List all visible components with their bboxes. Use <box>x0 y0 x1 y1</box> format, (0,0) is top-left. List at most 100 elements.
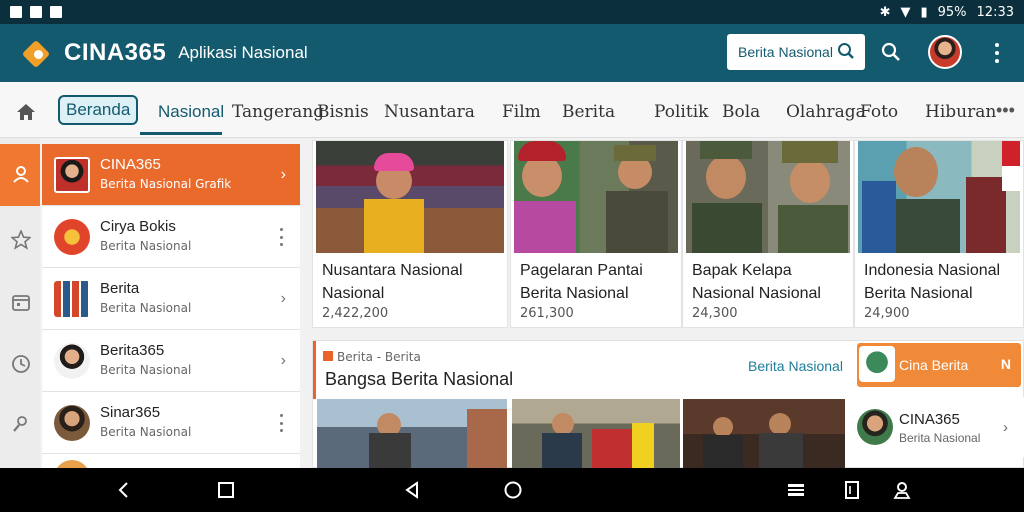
item-title: Berita <box>100 280 140 297</box>
item-avatar <box>54 343 90 379</box>
tab-item[interactable]: Hiburan <box>925 102 996 122</box>
item-title: CINA365 <box>100 156 161 173</box>
tab-item[interactable]: Foto <box>860 102 898 122</box>
search-placeholder: Berita Nasional <box>738 44 833 60</box>
card-views: 24,900 <box>864 306 910 321</box>
mini-avatar <box>857 409 893 445</box>
chevron-right-icon: › <box>280 290 286 307</box>
news-photo <box>686 141 850 253</box>
thumbnail[interactable] <box>683 399 845 469</box>
recents-icon[interactable] <box>842 480 862 500</box>
tab-item[interactable]: Tangerang <box>232 102 324 122</box>
section-category: Berita - Berita <box>323 350 421 364</box>
status-bar: ✱ ▼ ▮ 95% 12:33 <box>0 0 1024 24</box>
mini-subtitle: Berita Nasional <box>899 431 981 445</box>
mini-title: CINA365 <box>899 411 960 428</box>
thumbnail[interactable] <box>317 399 507 469</box>
home-icon[interactable] <box>14 100 38 124</box>
tab-item[interactable]: Politik <box>654 102 708 122</box>
featured-headline[interactable]: Bangsa Berita Nasional <box>325 369 513 390</box>
thumbnail[interactable] <box>512 399 680 469</box>
notification-icon <box>50 6 62 18</box>
menu-lines-icon[interactable] <box>786 480 806 500</box>
tab-item[interactable]: Bola <box>722 102 760 122</box>
item-subtitle: Berita Nasional Grafik <box>100 177 232 191</box>
promo-banner[interactable]: Cina Berita N <box>857 343 1021 387</box>
battery-icon: ▮ <box>920 4 928 20</box>
search-input[interactable]: Berita Nasional <box>727 34 865 70</box>
news-card[interactable]: Nusantara Nasional Nasional 2,422,200 <box>312 140 508 328</box>
tab-item[interactable]: Film <box>502 102 541 122</box>
brand-title: CINA365 <box>64 39 167 66</box>
card-title: Nusantara Nasional Nasional <box>322 262 463 302</box>
notification-icon <box>10 6 22 18</box>
promo-arrow-icon: N <box>1000 356 1011 372</box>
category-icon <box>323 351 333 361</box>
news-photo <box>316 141 504 253</box>
category-label: Berita - Berita <box>337 350 421 364</box>
card-title: Pagelaran Pantai Berita Nasional <box>520 262 643 302</box>
square-icon[interactable] <box>216 480 236 500</box>
user-icon <box>13 166 29 183</box>
category-tabs: Beranda Nasional Tangerang Bisnis Nusant… <box>0 82 1024 138</box>
chevron-right-icon: › <box>280 166 286 183</box>
promo-thumbnail <box>859 346 895 382</box>
item-title: Cirya Bokis <box>100 218 176 235</box>
list-item[interactable]: Berita365 Berita Nasional › <box>42 330 300 392</box>
item-menu-icon[interactable] <box>280 228 284 246</box>
news-card[interactable]: Indonesia Nasional Berita Nasional 24,90… <box>854 140 1024 328</box>
side-rail <box>0 138 40 468</box>
tab-item[interactable]: Bisnis <box>317 102 369 122</box>
list-item[interactable]: Sinar365 Berita Nasional <box>42 392 300 454</box>
item-subtitle: Berita Nasional <box>100 363 192 377</box>
clock: 12:33 <box>976 4 1014 20</box>
notification-icons <box>10 6 62 18</box>
news-card[interactable]: Pagelaran Pantai Berita Nasional 261,300 <box>510 140 682 328</box>
star-icon[interactable] <box>11 230 31 250</box>
card-views: 261,300 <box>520 306 574 321</box>
location-icon[interactable] <box>11 414 31 434</box>
active-tab-indicator <box>140 132 222 135</box>
bluetooth-icon: ✱ <box>879 4 891 20</box>
home-circle-icon[interactable] <box>503 480 523 500</box>
back-icon[interactable] <box>114 480 134 500</box>
tab-beranda[interactable]: Beranda <box>58 95 139 125</box>
user-avatar[interactable] <box>928 35 962 69</box>
chevron-right-icon: › <box>280 352 286 369</box>
battery-level: 95% <box>937 4 967 20</box>
list-item-partial[interactable] <box>42 454 300 496</box>
item-menu-icon[interactable] <box>280 414 284 432</box>
item-subtitle: Berita Nasional <box>100 425 192 439</box>
back-triangle-icon[interactable] <box>402 480 422 500</box>
list-item[interactable]: Berita Berita Nasional › <box>42 268 300 330</box>
mini-channel-item[interactable]: CINA365 Berita Nasional › <box>847 397 1024 457</box>
news-card[interactable]: Bapak Kelapa Nasional Nasional 24,300 <box>682 140 854 328</box>
account-icon[interactable] <box>892 480 912 500</box>
tab-nasional[interactable]: Nasional <box>158 102 224 122</box>
promo-label: Cina Berita <box>899 357 969 373</box>
card-title: Indonesia Nasional Berita Nasional <box>864 262 1001 302</box>
more-tabs-icon[interactable]: ••• <box>996 100 1015 121</box>
search-icon <box>838 43 854 59</box>
featured-link[interactable]: Berita Nasional <box>748 358 843 374</box>
wifi-icon: ▼ <box>900 4 911 20</box>
item-title: Berita365 <box>100 342 165 359</box>
clock-icon[interactable] <box>11 354 31 374</box>
card-views: 24,300 <box>692 306 738 321</box>
search-button[interactable] <box>870 32 912 72</box>
item-avatar <box>54 281 90 317</box>
list-item[interactable]: CINA365 Berita Nasional Grafik › <box>42 144 300 206</box>
overflow-menu-icon[interactable] <box>990 41 1004 65</box>
list-item[interactable]: Cirya Bokis Berita Nasional <box>42 206 300 268</box>
news-photo <box>858 141 1020 253</box>
tab-item[interactable]: Berita <box>562 102 615 122</box>
item-avatar <box>54 157 90 193</box>
app-logo-icon <box>21 38 52 69</box>
calendar-icon[interactable] <box>11 292 31 312</box>
notification-icon <box>30 6 42 18</box>
chevron-right-icon: › <box>1003 419 1008 436</box>
tab-item[interactable]: Olahraga <box>786 102 866 122</box>
brand-tagline: Aplikasi Nasional <box>178 43 308 62</box>
tab-item[interactable]: Nusantara <box>384 102 475 122</box>
news-photo <box>514 141 678 253</box>
